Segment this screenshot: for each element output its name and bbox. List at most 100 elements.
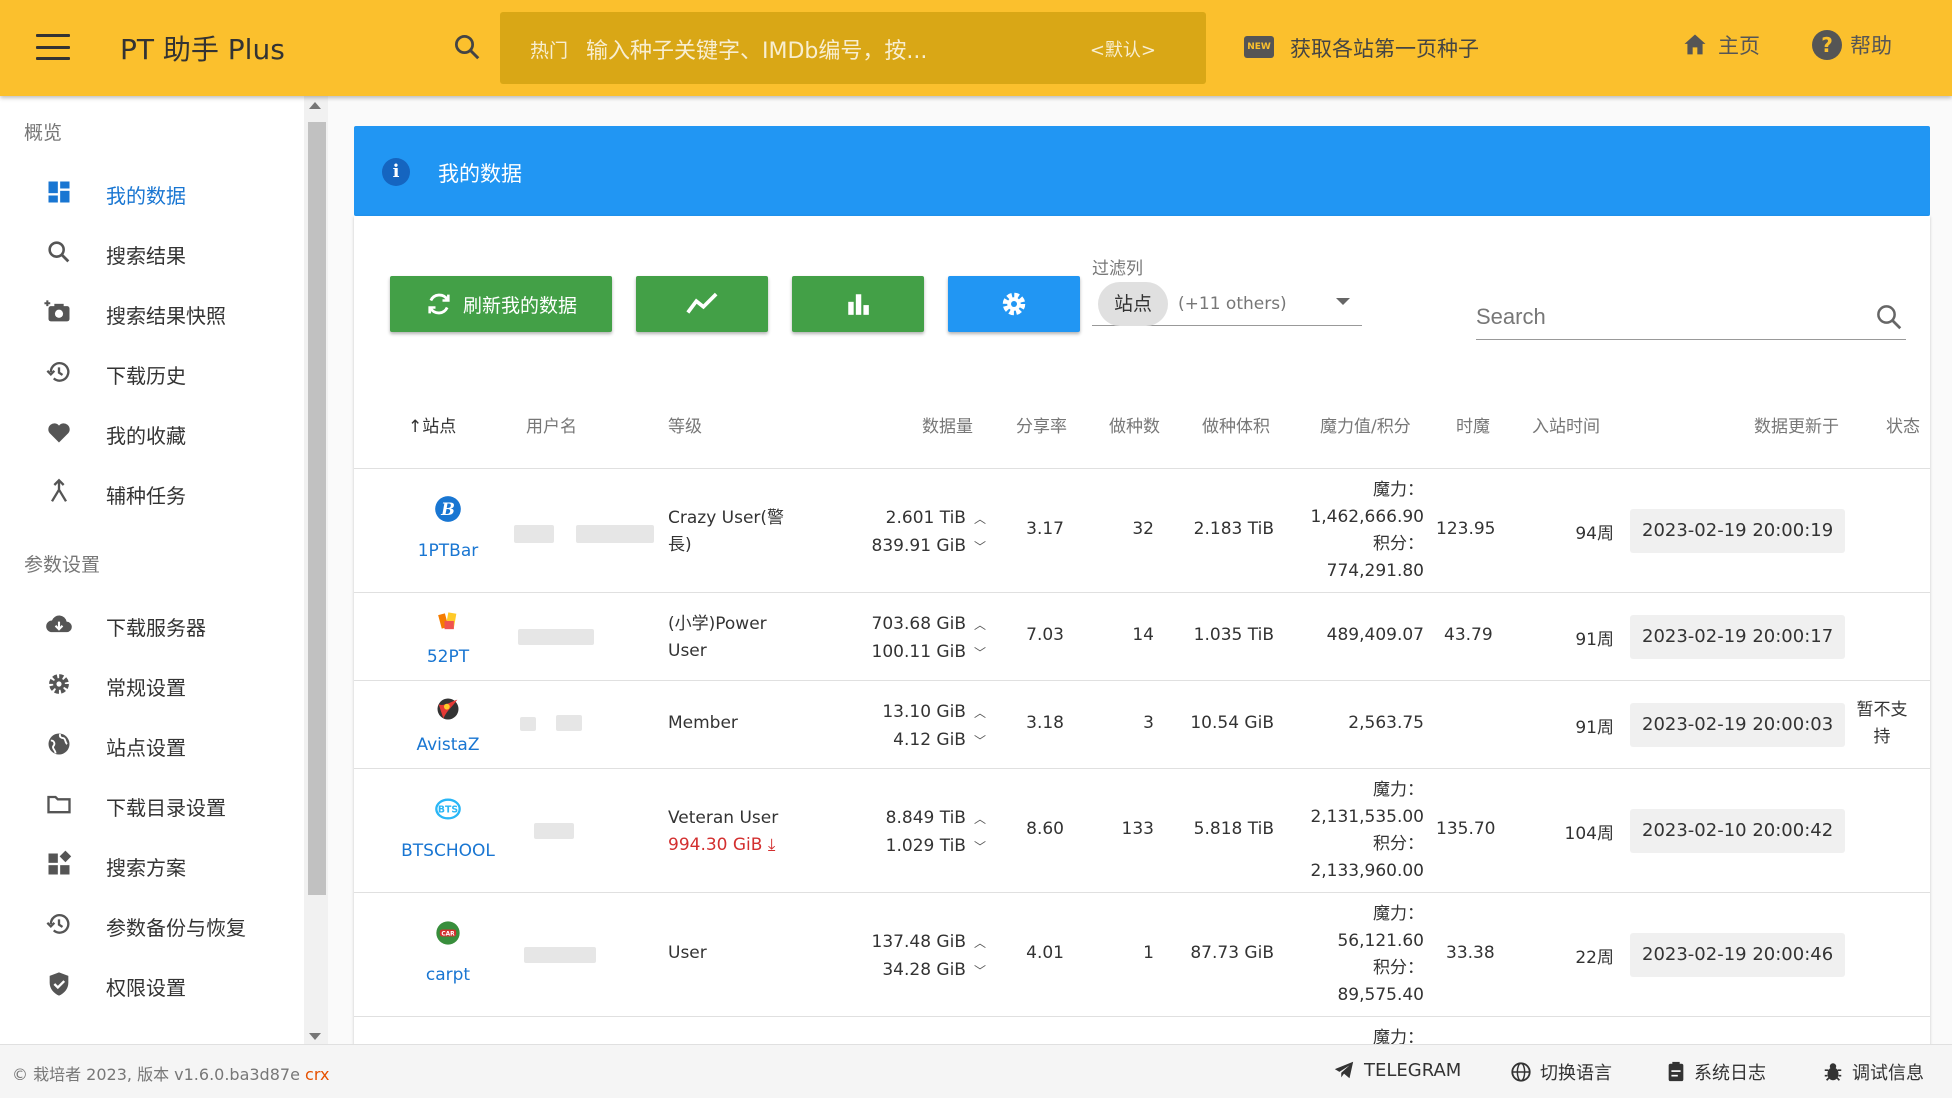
seed-size-cell: 10.54 GiB	[1190, 713, 1274, 733]
sidebar-item-site-settings[interactable]: 站点设置	[0, 715, 300, 773]
column-header-updated[interactable]: 数据更新于	[1754, 412, 1839, 437]
sidebar-item-label: 我的收藏	[106, 424, 186, 448]
table-search[interactable]	[1476, 296, 1906, 340]
cloud-download-icon	[46, 615, 72, 633]
sidebar-item-reseed-tasks[interactable]: 辅种任务	[0, 463, 300, 521]
upload-value: 8.849 TiB	[885, 808, 966, 828]
column-header-level[interactable]: 等级	[668, 412, 702, 437]
sidebar-item-favorites[interactable]: 我的收藏	[0, 403, 300, 461]
download-warning-icon: ⤓	[762, 835, 776, 855]
new-icon[interactable]: NEW	[1244, 36, 1274, 58]
sidebar-item-permissions[interactable]: 权限设置	[0, 955, 300, 1013]
help-icon: ?	[1812, 30, 1842, 60]
table-row: 52PT (小学)Power User 703.68 GiB ︿ 100.11 GiB…	[354, 593, 1930, 681]
site-name-link[interactable]: AvistaZ	[358, 735, 538, 755]
column-header-join-time[interactable]: 入站时间	[1532, 412, 1600, 437]
sidebar-item-download-servers[interactable]: 下载服务器	[0, 595, 300, 653]
sidebar-item-download-dir-settings[interactable]: 下载目录设置	[0, 775, 300, 833]
column-header-bonus[interactable]: 魔力值/积分	[1320, 412, 1411, 437]
system-logs-button[interactable]: 系统日志	[1666, 1059, 1766, 1085]
sidebar-item-label: 搜索结果	[106, 244, 186, 268]
bug-icon	[1824, 1063, 1842, 1081]
seed-size-cell: 1.035 TiB	[1193, 625, 1274, 645]
sidebar-item-label: 辅种任务	[106, 484, 186, 508]
home-label: 主页	[1718, 34, 1760, 58]
bar-chart-icon	[848, 294, 869, 315]
globe-icon	[48, 733, 70, 755]
debug-info-button[interactable]: 调试信息	[1822, 1059, 1924, 1085]
search-icon[interactable]	[452, 32, 482, 62]
globe-icon	[1511, 1062, 1531, 1082]
bonus-cell: 魔力： 1,462,666.90 积分： 774,291.80	[1294, 477, 1424, 585]
sidebar-item-search-solutions[interactable]: 搜索方案	[0, 835, 300, 893]
sidebar-item-general-settings[interactable]: 常规设置	[0, 655, 300, 713]
global-search-box[interactable]: 热门 输入种子关键字、IMDb编号，按... <默认>	[500, 12, 1206, 84]
chevron-up-icon: ︿	[973, 706, 986, 720]
column-header-username[interactable]: 用户名	[526, 412, 577, 437]
sidebar-item-search-snapshot[interactable]: 搜索结果快照	[0, 283, 300, 341]
scroll-up-arrow-icon[interactable]	[309, 102, 321, 109]
column-header-seeding[interactable]: 做种数	[1109, 412, 1160, 437]
telegram-label: TELEGRAM	[1364, 1059, 1462, 1081]
join-time-cell: 104周	[1564, 824, 1614, 844]
telegram-link[interactable]: TELEGRAM	[1332, 1059, 1461, 1081]
line-chart-button[interactable]	[636, 276, 768, 332]
filter-columns-select[interactable]: 站点 (+11 others)	[1092, 278, 1362, 326]
sidebar-item-download-history[interactable]: 下载历史	[0, 343, 300, 401]
sidebar-item-backup-restore[interactable]: 参数备份与恢复	[0, 895, 300, 953]
column-header-data[interactable]: 数据量	[922, 412, 973, 437]
chevron-down-icon: ﹀	[973, 964, 986, 978]
chevron-down-icon: ﹀	[973, 840, 986, 854]
filter-chip-site[interactable]: 站点	[1098, 282, 1169, 326]
site-name-link[interactable]: 52PT	[358, 647, 538, 667]
join-time-cell: 91周	[1575, 630, 1614, 650]
bonus-cell: 489,409.07	[1326, 625, 1424, 645]
sidebar-item-search-results[interactable]: 搜索结果	[0, 223, 300, 281]
column-header-ratio[interactable]: 分享率	[1016, 412, 1067, 437]
settings-button[interactable]	[948, 276, 1080, 332]
home-icon	[1684, 34, 1706, 55]
join-time-cell: 91周	[1575, 718, 1614, 738]
site-favicon-icon: BTS	[435, 798, 461, 820]
bar-chart-button[interactable]	[792, 276, 924, 332]
heart-icon	[48, 423, 70, 443]
ratio-cell: 8.60	[1026, 819, 1064, 839]
search-icon[interactable]	[1874, 302, 1904, 332]
search-solution-select[interactable]: <默认>	[1090, 36, 1156, 62]
site-name-link[interactable]: 1PTBar	[358, 541, 538, 561]
bonus-line: 积分：	[1373, 834, 1424, 854]
table-row: CAR carpt User 137.48 GiB ︿ 34.28 GiB ﹀ 4.0…	[354, 893, 1930, 1017]
search-input[interactable]: 输入种子关键字、IMDb编号，按...	[586, 33, 927, 65]
column-header-status[interactable]: 状态	[1886, 412, 1920, 437]
column-header-seed-size[interactable]: 做种体积	[1202, 412, 1270, 437]
sidebar-item-label: 下载服务器	[106, 616, 206, 640]
sidebar-item-my-data[interactable]: 我的数据	[0, 163, 300, 221]
seeding-cell: 3	[1143, 713, 1154, 733]
bonus-line: 积分：	[1373, 534, 1424, 554]
bonus-cell: 2,563.75	[1348, 713, 1424, 733]
updated-time-chip: 2023-02-19 20:00:03	[1630, 703, 1846, 747]
table-search-input[interactable]	[1476, 302, 1856, 332]
username-redacted	[518, 629, 594, 645]
refresh-my-data-button[interactable]: 刷新我的数据	[390, 276, 612, 332]
updated-time-chip: 2023-02-19 20:00:19	[1630, 509, 1846, 553]
help-link[interactable]: ? 帮助	[1812, 30, 1892, 60]
site-name-link[interactable]: BTSCHOOL	[358, 841, 538, 861]
level-warning-value: 994.30 GiB	[668, 835, 763, 855]
sidebar-scrollbar-thumb[interactable]	[308, 122, 326, 895]
menu-icon[interactable]	[36, 34, 70, 60]
svg-text:BTS: BTS	[438, 805, 458, 816]
search-icon	[48, 241, 70, 263]
column-header-site[interactable]: ↑站点	[408, 412, 456, 437]
footer: © 栽培者 2023, 版本 v1.6.0.ba3d87e crx TELEGR…	[0, 1044, 1952, 1098]
home-link[interactable]: 主页	[1680, 30, 1760, 60]
switch-language-button[interactable]: 切换语言	[1510, 1059, 1612, 1085]
column-header-hourly-bonus[interactable]: 时魔	[1456, 412, 1490, 437]
chevron-down-icon[interactable]	[1336, 298, 1350, 305]
site-name-link[interactable]: carpt	[358, 965, 538, 985]
info-icon: i	[382, 158, 410, 186]
latest-torrents-link[interactable]: 获取各站第一页种子	[1290, 33, 1479, 63]
scroll-down-arrow-icon[interactable]	[309, 1033, 321, 1040]
sidebar-item-label: 我的数据	[106, 184, 186, 208]
search-hot-label[interactable]: 热门	[530, 36, 568, 63]
